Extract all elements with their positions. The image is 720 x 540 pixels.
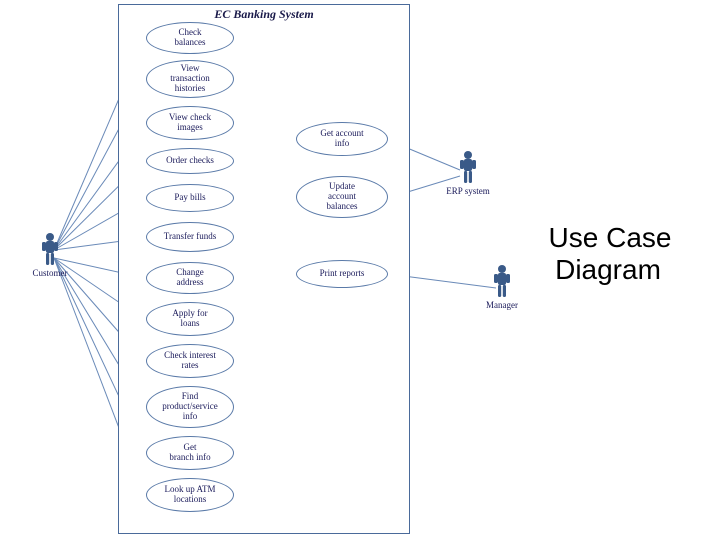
- usecase-view-transaction-histories: Viewtransactionhistories: [146, 60, 234, 98]
- usecase-find-product-service-info: Findproduct/serviceinfo: [146, 386, 234, 428]
- actor-erp-system: ERP system: [456, 150, 480, 196]
- usecase-order-checks: Order checks: [146, 148, 234, 174]
- person-icon: [40, 232, 60, 266]
- actor-manager: Manager: [490, 264, 514, 310]
- actor-label: Customer: [33, 268, 68, 278]
- usecase-get-account-info: Get accountinfo: [296, 122, 388, 156]
- usecase-update-account-balances: Updateaccountbalances: [296, 176, 388, 218]
- slide-title-line2: Diagram: [528, 252, 688, 288]
- usecase-get-branch-info: Getbranch info: [146, 436, 234, 470]
- actor-label: Manager: [486, 300, 518, 310]
- usecase-change-address: Changeaddress: [146, 262, 234, 294]
- person-icon: [492, 264, 512, 298]
- usecase-pay-bills: Pay bills: [146, 184, 234, 212]
- usecase-check-balances: Checkbalances: [146, 22, 234, 54]
- system-title: EC Banking System: [119, 7, 409, 22]
- usecase-look-up-atm-locations: Look up ATMlocations: [146, 478, 234, 512]
- actor-customer: Customer: [38, 232, 62, 278]
- diagram-stage: EC Banking System Checkbalances Viewtran…: [0, 0, 720, 540]
- usecase-view-check-images: View checkimages: [146, 106, 234, 140]
- slide-title-line1: Use Case: [520, 220, 700, 256]
- actor-label: ERP system: [446, 186, 489, 196]
- usecase-check-interest-rates: Check interestrates: [146, 344, 234, 378]
- person-icon: [458, 150, 478, 184]
- usecase-print-reports: Print reports: [296, 260, 388, 288]
- usecase-apply-for-loans: Apply forloans: [146, 302, 234, 336]
- usecase-transfer-funds: Transfer funds: [146, 222, 234, 252]
